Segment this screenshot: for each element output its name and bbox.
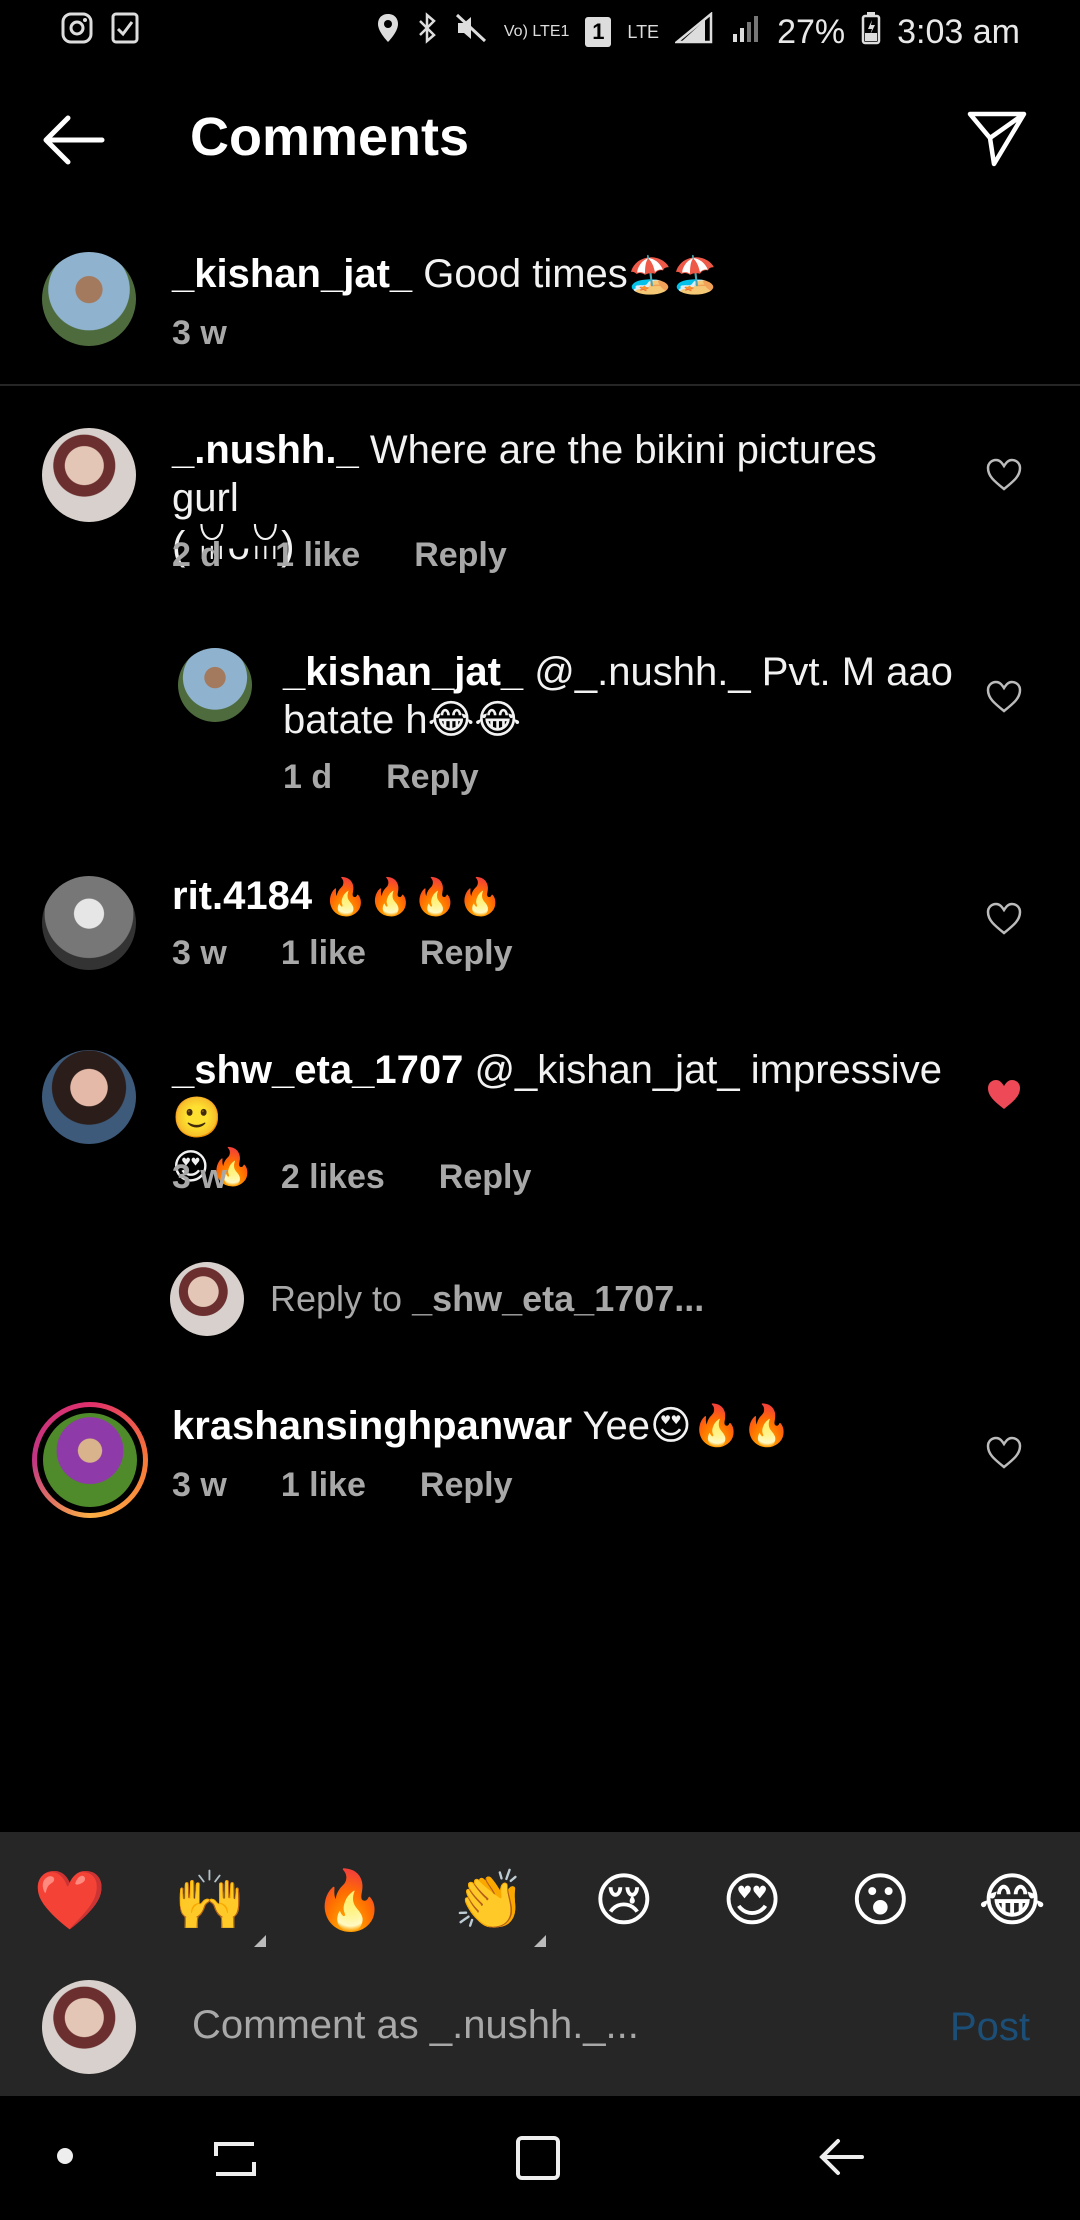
mute-icon — [454, 12, 488, 52]
caption-username[interactable]: _kishan_jat_ — [172, 252, 412, 296]
comment-username[interactable]: _kishan_jat_ — [283, 650, 523, 694]
emoji-glyph: 🙌 — [173, 1865, 247, 1934]
comment-composer: Post — [0, 1968, 1080, 2096]
emoji-raised-hands-button[interactable]: 🙌 — [173, 1865, 267, 1947]
skin-tone-indicator — [254, 1934, 267, 1947]
post-button[interactable]: Post — [944, 2004, 1036, 2051]
comment-time: 1 d — [283, 758, 333, 796]
clock: 3:03 am — [897, 12, 1020, 51]
reply-to-prompt[interactable]: Reply to _shw_eta_1707... — [170, 1262, 704, 1336]
comment-username[interactable]: _.nushh._ — [172, 428, 359, 472]
comment-input[interactable] — [190, 2002, 894, 2049]
comment-time: 3 w — [172, 1158, 227, 1196]
comment: rit.4184 🔥🔥🔥🔥 3 w 1 like Reply — [0, 870, 1080, 990]
caption-time: 3 w — [172, 314, 227, 352]
avatar[interactable] — [42, 428, 136, 522]
back-arrow-icon — [43, 115, 105, 165]
comment-text: 🔥🔥🔥🔥 — [323, 877, 503, 918]
reply-button[interactable]: Reply — [386, 758, 479, 797]
heart-filled-icon[interactable] — [986, 1078, 1022, 1112]
location-icon — [376, 12, 400, 52]
comment-time: 3 w — [172, 934, 227, 972]
heart-outline-icon[interactable] — [986, 458, 1022, 492]
signal-icon — [673, 10, 715, 53]
nav-dot-icon — [57, 2148, 73, 2164]
comment: krashansinghpanwar Yee😍🔥🔥 3 w 1 like Rep… — [0, 1400, 1080, 1530]
story-ring[interactable] — [32, 1402, 148, 1518]
reply-button[interactable]: Reply — [439, 1158, 532, 1197]
comment-text: Yee😍🔥🔥 — [582, 1404, 792, 1448]
system-nav-bar — [0, 2096, 1080, 2220]
avatar[interactable] — [178, 648, 252, 722]
comment-likes[interactable]: 1 like — [281, 1466, 366, 1505]
heart-outline-icon[interactable] — [986, 680, 1022, 714]
battery-icon — [861, 11, 881, 54]
emoji-fire-button[interactable]: 🔥 — [314, 1866, 386, 1935]
volte-indicator: Vo) LTE1 — [503, 23, 570, 40]
avatar — [42, 1980, 136, 2074]
comment: _.nushh._ Where are the bikini pictures … — [0, 426, 1080, 586]
heart-outline-icon[interactable] — [986, 1436, 1022, 1470]
emoji-laughing-button[interactable]: 😂 — [978, 1866, 1046, 1934]
status-bar: Vo) LTE1 1 LTE 27% 3:03 am — [0, 0, 1080, 64]
comment-username[interactable]: krashansinghpanwar — [172, 1404, 572, 1448]
emoji-surprised-button[interactable]: 😮 — [850, 1866, 910, 1934]
comment-time: 3 w — [172, 1466, 227, 1504]
reply-button[interactable]: Reply — [420, 934, 513, 973]
comment-text-line2: batate h😂😂 — [283, 698, 522, 742]
avatar — [170, 1262, 244, 1336]
emoji-crying-button[interactable]: 😢 — [594, 1866, 654, 1934]
comment-reply: _kishan_jat_ @_.nushh._ Pvt. M aao batat… — [0, 648, 1080, 808]
comment-likes[interactable]: 1 like — [275, 536, 360, 575]
comment-time: 2 d — [172, 536, 222, 574]
comment-likes[interactable]: 2 likes — [281, 1158, 385, 1197]
checklist-icon — [110, 11, 140, 53]
emoji-heart-button[interactable]: ❤️ — [34, 1866, 106, 1935]
page-title: Comments — [190, 107, 470, 167]
reply-button[interactable]: Reply — [414, 536, 507, 575]
avatar[interactable] — [42, 1050, 136, 1144]
comment-username[interactable]: rit.4184 — [172, 874, 312, 918]
comment-username[interactable]: _shw_eta_1707 — [172, 1048, 463, 1092]
avatar — [43, 1413, 137, 1507]
system-back-button[interactable] — [816, 2132, 866, 2182]
reply-to-prefix: Reply to — [270, 1278, 403, 1319]
comment: _shw_eta_1707 @_kishan_jat_ impressive 🙂… — [0, 1046, 1080, 1206]
bluetooth-icon — [416, 12, 438, 52]
comment-text: @_.nushh._ Pvt. M aao — [534, 650, 953, 694]
skin-tone-indicator — [533, 1934, 546, 1947]
home-button[interactable] — [516, 2136, 560, 2180]
divider — [0, 384, 1080, 386]
battery-percent: 27% — [777, 12, 846, 51]
reply-button[interactable]: Reply — [420, 1466, 513, 1505]
caption-text: Good times — [423, 252, 628, 296]
header: Comments — [0, 80, 1080, 200]
signal-2-icon — [731, 12, 761, 53]
instagram-icon — [60, 11, 94, 53]
back-chevron-icon — [819, 2139, 864, 2175]
paper-plane-icon — [967, 111, 1027, 167]
caption-emoji: 🏖️🏖️ — [627, 255, 718, 296]
recent-apps-icon — [214, 2142, 256, 2176]
share-button[interactable] — [964, 106, 1030, 172]
emoji-clap-button[interactable]: 👏 — [453, 1865, 546, 1947]
caption: _kishan_jat_ Good times🏖️🏖️ 3 w — [0, 250, 1080, 370]
quick-emoji-bar: ❤️ 🙌 🔥 👏 😢 😍 😮 😂 — [0, 1832, 1080, 1968]
reply-to-username: _shw_eta_1707... — [412, 1278, 705, 1319]
recent-apps-button[interactable] — [212, 2136, 258, 2182]
avatar[interactable] — [42, 252, 136, 346]
back-button[interactable] — [38, 110, 108, 170]
avatar[interactable] — [42, 876, 136, 970]
emoji-glyph: 👏 — [453, 1865, 526, 1934]
lte-indicator: LTE — [627, 21, 660, 42]
sim-1-icon: 1 — [585, 17, 612, 47]
heart-outline-icon[interactable] — [986, 902, 1022, 936]
emoji-heart-eyes-button[interactable]: 😍 — [722, 1866, 782, 1934]
comment-likes[interactable]: 1 like — [281, 934, 366, 973]
